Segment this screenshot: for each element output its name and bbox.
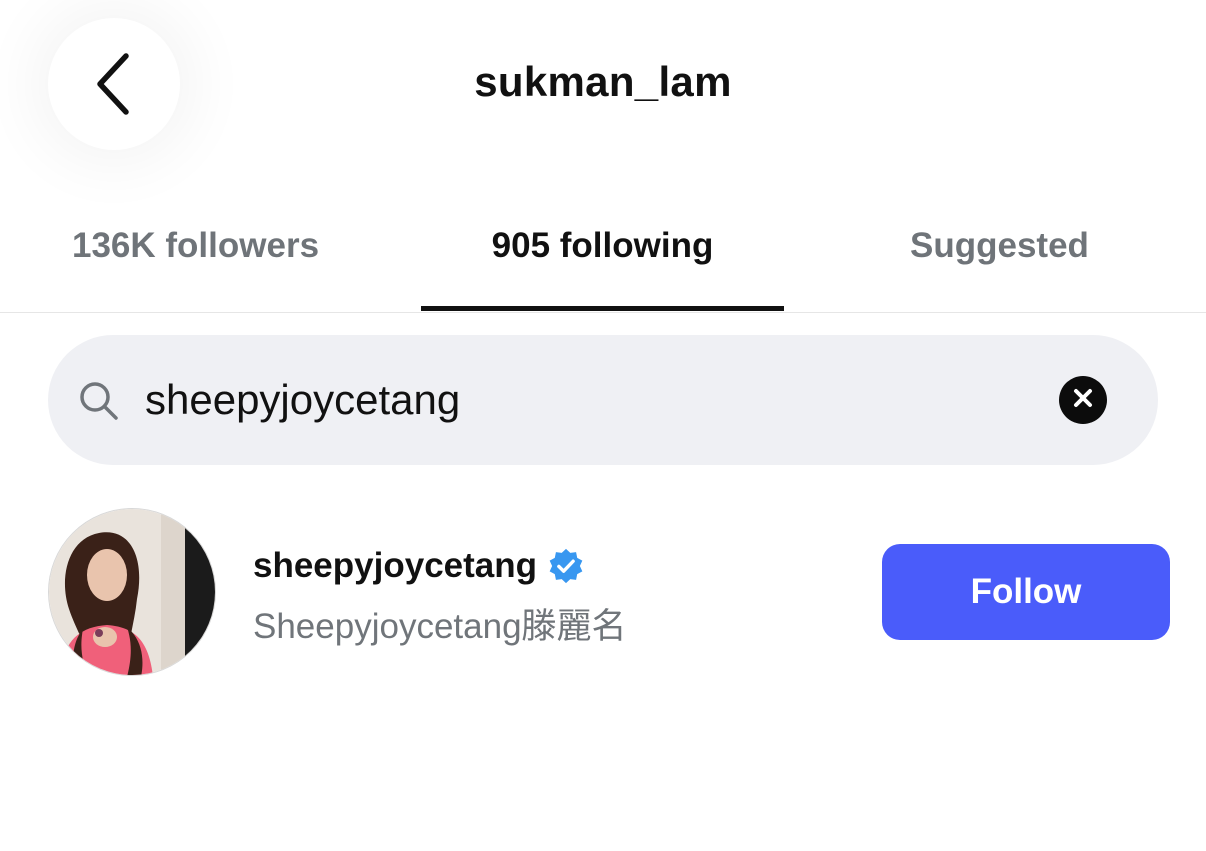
follow-button[interactable]: Follow	[882, 544, 1170, 640]
search-icon	[78, 380, 120, 422]
clear-search-button[interactable]	[1059, 376, 1107, 424]
search-input[interactable]	[145, 370, 1025, 430]
tab-followers[interactable]: 136K followers	[72, 226, 319, 266]
close-icon	[1072, 387, 1094, 414]
tab-bar: 136K followers 905 following Suggested	[0, 200, 1206, 313]
following-screen: sukman_lam 136K followers 905 following …	[0, 0, 1206, 851]
full-name: Sheepyjoycetang滕麗名	[253, 607, 627, 646]
avatar[interactable]	[48, 508, 216, 676]
tab-suggested[interactable]: Suggested	[910, 226, 1089, 266]
list-item[interactable]: sheepyjoycetang Sheepyjoycetang滕麗名 Follo…	[0, 500, 1206, 690]
username[interactable]: sheepyjoycetang	[253, 546, 537, 586]
username-line: sheepyjoycetang	[253, 546, 585, 586]
tab-following[interactable]: 905 following	[421, 226, 784, 266]
page-title: sukman_lam	[474, 58, 732, 105]
active-tab-indicator	[421, 306, 784, 311]
verified-badge-icon	[537, 547, 585, 585]
